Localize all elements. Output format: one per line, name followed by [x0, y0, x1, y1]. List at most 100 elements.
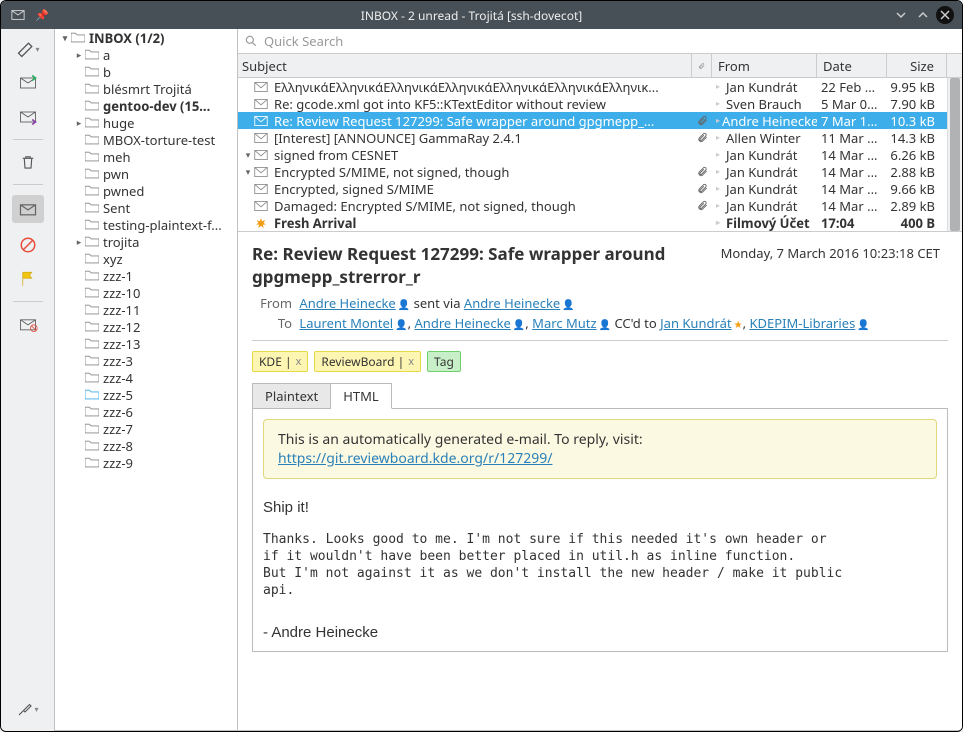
msg-from: Jan Kundrát: [726, 146, 797, 164]
folder-item[interactable]: pwn: [55, 165, 237, 182]
tab-plaintext[interactable]: Plaintext: [252, 383, 331, 409]
msg-subject: ΕλληνικάΕλληνικάΕλληνικάΕλληνικάΕλληνικά…: [274, 78, 659, 96]
tag[interactable]: Tag: [427, 351, 461, 372]
cc-link[interactable]: Jan Kundrát: [660, 314, 731, 332]
folder-item[interactable]: ▸huge: [55, 114, 237, 131]
message-row[interactable]: Encrypted, signed S/MIME▸Jan Kundrát14 M…: [238, 180, 947, 197]
folder-label: gentoo-dev (15...: [103, 97, 210, 114]
message-row[interactable]: ▾signed from CESNET▸Jan Kundrát14 Mar ..…: [238, 146, 947, 163]
msg-subject: Damaged: Encrypted S/MIME, not signed, t…: [274, 197, 576, 215]
folder-item[interactable]: b: [55, 63, 237, 80]
folder-item[interactable]: zzz-11: [55, 301, 237, 318]
folder-label: zzz-8: [103, 437, 133, 454]
folder-label: zzz-10: [103, 284, 140, 301]
sentvia-label: sent via: [414, 294, 461, 312]
folder-item[interactable]: zzz-4: [55, 369, 237, 386]
folder-item[interactable]: gentoo-dev (15...: [55, 97, 237, 114]
col-attach[interactable]: [692, 54, 712, 77]
folder-item[interactable]: zzz-13: [55, 335, 237, 352]
folder-item[interactable]: meh: [55, 148, 237, 165]
message-row[interactable]: ΕλληνικάΕλληνικάΕλληνικάΕλληνικάΕλληνικά…: [238, 78, 947, 95]
maximize-button[interactable]: [914, 6, 932, 24]
message-row[interactable]: Fresh Arrival▸Filmový Účet17:04400 B: [238, 214, 947, 231]
folder-item[interactable]: blésmrt Trojitá: [55, 80, 237, 97]
contact-icon: 👤: [513, 317, 525, 331]
msg-subject: Fresh Arrival: [274, 214, 356, 232]
spam-icon[interactable]: [16, 233, 40, 257]
folder-item[interactable]: ▸a: [55, 46, 237, 63]
folder-item[interactable]: ▸trojita: [55, 233, 237, 250]
col-size[interactable]: Size: [887, 54, 947, 77]
tag-remove[interactable]: x: [296, 354, 302, 369]
folder-item[interactable]: pwned: [55, 182, 237, 199]
left-toolbar: ▾: [1, 29, 55, 731]
message-row[interactable]: ▾Encrypted S/MIME, not signed, though▸Ja…: [238, 163, 947, 180]
col-date[interactable]: Date: [817, 54, 887, 77]
msg-size: 9.66 kB: [887, 180, 947, 198]
msg-date: 14 Mar ...: [817, 146, 887, 164]
pin-icon[interactable]: 📌: [33, 6, 51, 24]
message-row[interactable]: Re: Review Request 127299: Safe wrapper …: [238, 112, 947, 129]
autogen-link[interactable]: https://git.reviewboard.kde.org/r/127299…: [278, 449, 552, 468]
folder-item[interactable]: zzz-8: [55, 437, 237, 454]
tag[interactable]: KDE |x: [252, 351, 308, 372]
folder-item[interactable]: zzz-1: [55, 267, 237, 284]
sentvia-link[interactable]: Andre Heinecke: [464, 294, 560, 312]
msg-from: Allen Winter: [726, 129, 801, 147]
folder-item[interactable]: zzz-9: [55, 454, 237, 471]
chevron-down-icon[interactable]: ▾: [59, 32, 71, 44]
msg-subject: Encrypted S/MIME, not signed, though: [274, 163, 509, 181]
folder-label: zzz-7: [103, 420, 133, 437]
folder-item[interactable]: zzz-10: [55, 284, 237, 301]
message-row[interactable]: [Interest] [ANNOUNCE] GammaRay 2.4.1▸All…: [238, 129, 947, 146]
chevron-right-icon[interactable]: ▸: [73, 236, 85, 248]
reply-icon[interactable]: [16, 71, 40, 95]
scrollbar-vertical[interactable]: [947, 78, 962, 231]
minimize-button[interactable]: [892, 6, 910, 24]
msg-subject: Re: Review Request 127299: Safe wrapper …: [274, 112, 654, 130]
folder-item[interactable]: zzz-3: [55, 352, 237, 369]
folder-item[interactable]: xyz: [55, 250, 237, 267]
compose-icon[interactable]: ▾: [16, 37, 40, 61]
folder-item[interactable]: zzz-6: [55, 403, 237, 420]
msg-attach: [692, 115, 712, 126]
cc-label: CC'd to: [614, 314, 656, 332]
message-date: Monday, 7 March 2016 10:23:18 CET: [721, 244, 940, 262]
folder-item[interactable]: testing-plaintext-f...: [55, 216, 237, 233]
chevron-right-icon[interactable]: ▸: [73, 117, 85, 129]
message-row[interactable]: Damaged: Encrypted S/MIME, not signed, t…: [238, 197, 947, 214]
folder-item[interactable]: zzz-5: [55, 386, 237, 403]
folder-label: testing-plaintext-f...: [103, 216, 222, 233]
folder-item[interactable]: ▾INBOX (1/2): [55, 29, 237, 46]
col-from[interactable]: From: [712, 54, 817, 77]
titlebar: 📌 INBOX - 2 unread - Trojitá [ssh-doveco…: [1, 1, 962, 29]
settings-icon[interactable]: ▾: [16, 697, 40, 721]
folder-item[interactable]: zzz-7: [55, 420, 237, 437]
close-button[interactable]: [936, 6, 954, 24]
chevron-right-icon[interactable]: ▸: [73, 49, 85, 61]
junk-icon[interactable]: [16, 312, 40, 336]
to-link[interactable]: Laurent Montel: [299, 314, 393, 332]
delete-icon[interactable]: [16, 150, 40, 174]
col-subject[interactable]: Subject: [238, 54, 692, 77]
folder-item[interactable]: Sent: [55, 199, 237, 216]
tab-html[interactable]: HTML: [331, 383, 391, 409]
from-link[interactable]: Andre Heinecke: [299, 294, 395, 312]
tag[interactable]: ReviewBoard |x: [314, 351, 421, 372]
forward-icon[interactable]: [16, 105, 40, 129]
folder-tree[interactable]: ▾INBOX (1/2)▸abblésmrt Trojitágentoo-dev…: [55, 29, 238, 730]
message-row[interactable]: Re: gcode.xml got into KF5::KTextEditor …: [238, 95, 947, 112]
to-link[interactable]: Andre Heinecke: [414, 314, 510, 332]
to-link[interactable]: Marc Mutz: [532, 314, 596, 332]
folder-item[interactable]: MBOX-torture-test: [55, 131, 237, 148]
chevron-down-icon[interactable]: ▾: [242, 165, 254, 178]
flag-icon[interactable]: [16, 267, 40, 291]
chevron-down-icon[interactable]: ▾: [242, 148, 254, 161]
search-bar[interactable]: Quick Search: [238, 29, 962, 54]
mark-read-icon[interactable]: [12, 195, 44, 223]
folder-item[interactable]: zzz-12: [55, 318, 237, 335]
tag-remove[interactable]: x: [408, 354, 414, 369]
cc-link[interactable]: KDEPIM-Libraries: [749, 314, 855, 332]
app-menu-icon[interactable]: [9, 6, 27, 24]
msg-date: 14 Mar ...: [817, 163, 887, 181]
